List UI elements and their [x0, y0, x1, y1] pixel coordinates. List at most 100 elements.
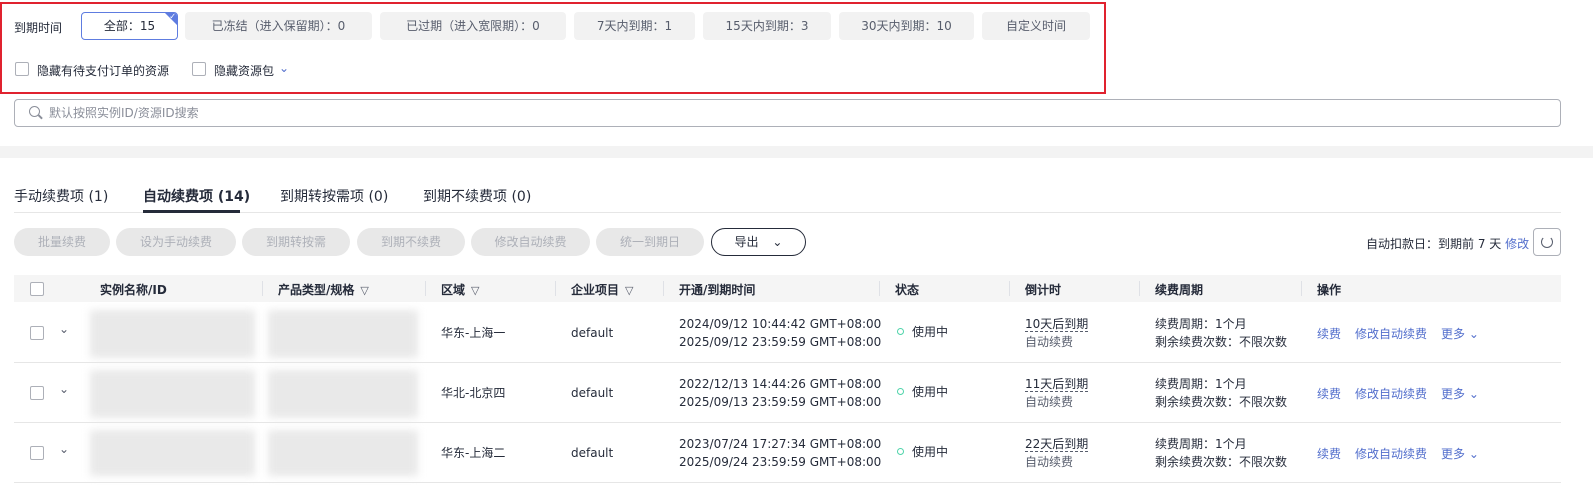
- modify-auto-renew-button[interactable]: 修改自动续费: [471, 228, 590, 256]
- status-dot-icon: [897, 328, 904, 335]
- col-project-label: 企业项目: [571, 283, 620, 297]
- unify-expiry-button[interactable]: 统一到期日: [596, 228, 704, 256]
- region-cell: 华东-上海二: [441, 446, 506, 460]
- open-time-cell: 2024/09/12 10:44:42 GMT+08:00: [679, 317, 882, 331]
- chevron-down-icon: ⌄: [772, 235, 783, 249]
- chip-custom-time[interactable]: 自定义时间: [982, 12, 1090, 40]
- tab-no-renewal[interactable]: 到期不续费项 (0): [423, 186, 531, 206]
- filter-icon[interactable]: ▽: [471, 284, 479, 297]
- cycle-cell: 续费周期：1个月: [1155, 317, 1247, 331]
- auto-deduct-info: 自动扣款日：到期前 7 天 修改: [1366, 235, 1529, 252]
- to-on-demand-button[interactable]: 到期转按需: [242, 228, 350, 256]
- status-cell: 使用中: [897, 383, 948, 401]
- open-time-cell: 2023/07/24 17:27:34 GMT+08:00: [679, 437, 882, 451]
- instance-name-redacted: [90, 430, 255, 476]
- project-cell: default: [571, 326, 614, 340]
- chip-all-label: 全部：15: [103, 19, 156, 33]
- modify-auto-renew-link[interactable]: 修改自动续费: [1355, 325, 1427, 342]
- batch-renew-button[interactable]: 批量续费: [14, 228, 110, 256]
- export-label: 导出: [734, 235, 759, 249]
- col-product[interactable]: 产品类型/规格 ▽: [278, 281, 369, 298]
- search-icon: [29, 106, 40, 117]
- filter-icon[interactable]: ▽: [625, 284, 633, 297]
- hide-packages-checkbox[interactable]: [192, 62, 206, 76]
- col-cycle: 续费周期: [1155, 283, 1204, 297]
- expire-time-cell: 2025/09/13 23:59:59 GMT+08:00: [679, 395, 882, 409]
- col-region[interactable]: 区域 ▽: [441, 281, 479, 298]
- project-cell: default: [571, 446, 614, 460]
- renew-link[interactable]: 续费: [1317, 445, 1341, 462]
- countdown-label: 22天后到期: [1025, 437, 1089, 452]
- chevron-down-icon: ⌄: [1468, 387, 1479, 401]
- col-project[interactable]: 企业项目 ▽: [571, 281, 633, 298]
- select-all-checkbox[interactable]: [30, 282, 44, 296]
- row-checkbox[interactable]: [30, 446, 44, 460]
- project-cell: default: [571, 386, 614, 400]
- col-actions: 操作: [1317, 283, 1342, 297]
- status-label: 使用中: [912, 325, 949, 339]
- remaining-cell: 剩余续费次数：不限次数: [1155, 395, 1288, 409]
- chevron-down-icon[interactable]: ⌄: [279, 61, 289, 75]
- chip-expired[interactable]: 已过期（进入宽限期）：0: [380, 12, 566, 40]
- chip-all[interactable]: 全部：15 ✓: [81, 12, 178, 40]
- expiry-filter-label: 到期时间: [14, 21, 63, 35]
- col-instance: 实例名称/ID: [100, 283, 167, 297]
- chevron-down-icon: ⌄: [1468, 447, 1479, 461]
- col-status: 状态: [895, 283, 920, 297]
- col-separator: [262, 281, 263, 296]
- chip-30-days[interactable]: 30天内到期：10: [839, 12, 974, 40]
- col-separator: [425, 281, 426, 296]
- tab-divider: [14, 212, 1561, 213]
- tab-auto-renewal[interactable]: 自动续费项 (14): [143, 186, 250, 206]
- col-region-label: 区域: [441, 283, 466, 297]
- modify-auto-renew-link[interactable]: 修改自动续费: [1355, 445, 1427, 462]
- row-checkbox[interactable]: [30, 386, 44, 400]
- expire-time-cell: 2025/09/24 23:59:59 GMT+08:00: [679, 455, 882, 469]
- filter-icon[interactable]: ▽: [360, 284, 368, 297]
- remaining-cell: 剩余续费次数：不限次数: [1155, 335, 1288, 349]
- refresh-button[interactable]: [1533, 228, 1561, 256]
- chip-7-days[interactable]: 7天内到期：1: [574, 12, 695, 40]
- row-divider: [14, 422, 1561, 423]
- chevron-down-icon: ⌄: [1468, 327, 1479, 341]
- region-cell: 华北-北京四: [441, 386, 506, 400]
- col-separator: [555, 281, 556, 296]
- col-separator: [879, 281, 880, 296]
- expand-chevron-icon[interactable]: ⌄: [59, 442, 69, 456]
- chip-frozen[interactable]: 已冻结（进入保留期）：0: [185, 12, 372, 40]
- product-spec-redacted: [268, 430, 418, 476]
- set-manual-renew-button[interactable]: 设为手动续费: [116, 228, 236, 256]
- no-renew-button[interactable]: 到期不续费: [357, 228, 465, 256]
- search-input[interactable]: [49, 104, 1449, 122]
- modify-auto-renew-link[interactable]: 修改自动续费: [1355, 385, 1427, 402]
- search-box[interactable]: [14, 99, 1561, 127]
- countdown-label: 10天后到期: [1025, 317, 1089, 332]
- status-label: 使用中: [912, 445, 949, 459]
- modify-deduct-link[interactable]: 修改: [1505, 237, 1529, 251]
- row-checkbox[interactable]: [30, 326, 44, 340]
- expand-chevron-icon[interactable]: ⌄: [59, 322, 69, 336]
- col-separator: [1301, 281, 1302, 296]
- hide-pending-orders-checkbox[interactable]: [15, 62, 29, 76]
- col-countdown: 倒计时: [1025, 283, 1062, 297]
- col-separator: [1139, 281, 1140, 296]
- renew-link[interactable]: 续费: [1317, 325, 1341, 342]
- status-cell: 使用中: [897, 443, 948, 461]
- renew-mode-cell: 自动续费: [1025, 335, 1074, 349]
- renew-link[interactable]: 续费: [1317, 385, 1341, 402]
- export-button[interactable]: 导出 ⌄: [711, 228, 806, 256]
- instance-name-redacted: [90, 310, 255, 358]
- cycle-cell: 续费周期：1个月: [1155, 377, 1247, 391]
- chip-15-days[interactable]: 15天内到期：3: [703, 12, 831, 40]
- more-menu[interactable]: 更多 ⌄: [1441, 325, 1479, 342]
- remaining-cell: 剩余续费次数：不限次数: [1155, 455, 1288, 469]
- more-menu[interactable]: 更多 ⌄: [1441, 385, 1479, 402]
- row-divider: [14, 362, 1561, 363]
- tab-manual-renewal[interactable]: 手动续费项 (1): [14, 186, 108, 206]
- more-menu[interactable]: 更多 ⌄: [1441, 445, 1479, 462]
- countdown-label: 11天后到期: [1025, 377, 1089, 392]
- tab-to-on-demand[interactable]: 到期转按需项 (0): [280, 186, 388, 206]
- expand-chevron-icon[interactable]: ⌄: [59, 382, 69, 396]
- product-spec-redacted: [268, 310, 418, 358]
- col-time: 开通/到期时间: [679, 283, 756, 297]
